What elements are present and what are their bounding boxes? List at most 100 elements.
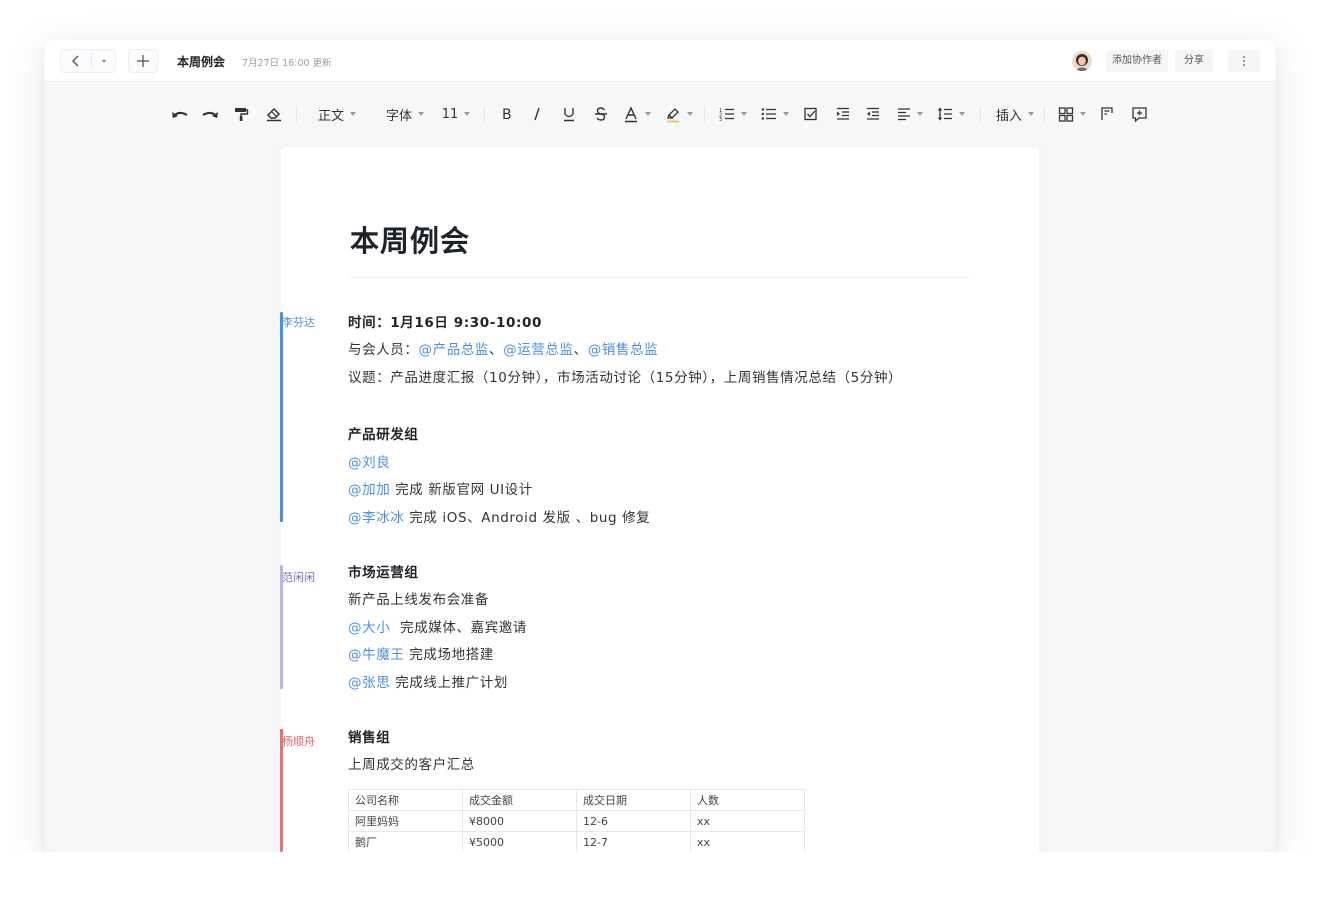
highlight-icon — [667, 107, 679, 122]
underline-button[interactable] — [558, 102, 580, 126]
document-name[interactable]: 本周例会 — [177, 53, 225, 70]
caret-down-icon — [102, 60, 106, 63]
kebab-menu-icon — [1243, 56, 1245, 66]
bullet-list-icon — [761, 108, 776, 120]
indent-button[interactable] — [832, 102, 854, 126]
section-heading-sales[interactable]: 销售组 — [348, 726, 390, 746]
mention-link[interactable]: @产品总监 — [419, 342, 490, 358]
font-color-dropdown[interactable] — [622, 102, 652, 126]
document-title[interactable]: 本周例会 — [350, 218, 470, 260]
clear-format-button[interactable] — [262, 102, 286, 126]
agenda-line[interactable]: 议题：产品进度汇报（10分钟），市场活动讨论（15分钟），上周销售情况总结（5分… — [348, 366, 902, 386]
table-cell[interactable]: 12-7 — [576, 831, 691, 853]
mention-link[interactable]: @李冰冰 — [348, 510, 404, 526]
align-icon — [898, 108, 910, 121]
author-label-2[interactable]: 范闲闲 — [282, 569, 315, 585]
format-painter-button[interactable] — [230, 102, 252, 126]
highlight-dropdown[interactable] — [664, 102, 694, 126]
author-label-3[interactable]: 杨顺舟 — [282, 733, 315, 749]
font-family-label: 字体 — [385, 108, 412, 124]
mention-link[interactable]: @张思 — [348, 675, 390, 691]
mention-link[interactable]: @刘良 — [348, 455, 390, 471]
table-row: 鹅厂 ¥5000 12-7 xx — [348, 831, 805, 853]
more-options-button[interactable] — [1228, 50, 1260, 72]
ordered-list-dropdown[interactable]: 123 — [716, 102, 750, 126]
history-dropdown-button[interactable] — [92, 50, 116, 72]
strikethrough-button[interactable] — [590, 102, 612, 126]
plus-icon — [137, 55, 149, 67]
table-cell[interactable]: 鹅厂 — [348, 831, 463, 853]
align-dropdown[interactable] — [894, 102, 926, 126]
list-item[interactable]: @大小 完成媒体、嘉宾邀请 — [348, 616, 527, 636]
item-text: 完成 新版官网 UI设计 — [390, 482, 533, 498]
mention-link[interactable]: @加加 — [348, 482, 390, 498]
attendees-line[interactable]: 与会人员：@产品总监、@运营总监、@销售总监 — [348, 338, 658, 358]
list-item[interactable]: @加加 完成 新版官网 UI设计 — [348, 478, 533, 498]
chevron-left-icon — [72, 55, 79, 67]
new-document-button[interactable] — [128, 49, 158, 73]
text-style-dropdown[interactable]: 正文 — [310, 102, 364, 126]
section-heading-market[interactable]: 市场运营组 — [348, 561, 419, 581]
table-cell[interactable]: ¥8000 — [462, 810, 577, 832]
title-divider — [350, 277, 970, 278]
separator: 、 — [489, 342, 504, 358]
mention-link[interactable]: @运营总监 — [503, 342, 574, 358]
list-item[interactable]: @牛魔王 完成场地搭建 — [348, 643, 494, 663]
comment-button[interactable] — [1128, 102, 1150, 126]
add-collaborator-button[interactable]: 添加协作者 — [1106, 50, 1168, 72]
mention-link[interactable]: @牛魔王 — [348, 647, 404, 663]
nav-button-group — [60, 49, 116, 73]
author-label-1[interactable]: 李芬达 — [282, 314, 315, 330]
italic-icon — [534, 107, 540, 121]
section-heading-product[interactable]: 产品研发组 — [348, 423, 419, 443]
table-cell[interactable]: xx — [690, 831, 805, 853]
sales-table[interactable]: 公司名称 成交金额 成交日期 人数 阿里妈妈 ¥8000 12-6 xx 鹅厂 … — [348, 789, 805, 853]
window-bottom-mask — [0, 852, 1320, 900]
table-cell[interactable]: 阿里妈妈 — [348, 810, 463, 832]
table-cell[interactable]: 12-6 — [576, 810, 691, 832]
item-text: 完成 iOS、Android 发版 、bug 修复 — [404, 510, 651, 526]
bold-button[interactable]: B — [496, 102, 518, 126]
share-button[interactable]: 分享 — [1175, 50, 1213, 72]
redo-button[interactable] — [198, 102, 222, 126]
list-item[interactable]: @李冰冰 完成 iOS、Android 发版 、bug 修复 — [348, 506, 650, 526]
table-header-cell[interactable]: 人数 — [690, 789, 805, 811]
insert-dropdown[interactable]: 插入 — [992, 102, 1038, 126]
table-dropdown[interactable] — [1056, 102, 1088, 126]
update-time: 7月27日 16:00 更新 — [242, 58, 332, 69]
insert-label: 插入 — [995, 108, 1022, 124]
outline-button[interactable] — [1096, 102, 1118, 126]
list-item[interactable]: @刘良 — [348, 451, 390, 471]
checkbox-icon — [804, 107, 817, 121]
table-header-cell[interactable]: 成交日期 — [576, 789, 691, 811]
line-spacing-icon — [937, 107, 952, 121]
comment-icon — [1131, 106, 1147, 122]
sales-intro[interactable]: 上周成交的客户汇总 — [348, 753, 475, 773]
bullet-list-dropdown[interactable] — [758, 102, 792, 126]
svg-text:B: B — [502, 107, 512, 122]
font-size-label: 11 — [441, 106, 459, 122]
italic-button[interactable] — [526, 102, 548, 126]
font-family-dropdown[interactable]: 字体 — [378, 102, 432, 126]
mention-link[interactable]: @销售总监 — [588, 342, 659, 358]
table-cell[interactable]: ¥5000 — [462, 831, 577, 853]
strikethrough-icon — [595, 107, 607, 121]
back-button[interactable] — [61, 50, 91, 72]
user-avatar[interactable] — [1072, 51, 1092, 71]
text-style-label: 正文 — [317, 108, 344, 124]
line-spacing-dropdown[interactable] — [934, 102, 968, 126]
format-painter-icon — [235, 108, 249, 121]
table-header-cell[interactable]: 成交金额 — [462, 789, 577, 811]
list-item[interactable]: @张思 完成线上推广计划 — [348, 671, 508, 691]
outdent-button[interactable] — [862, 102, 884, 126]
mention-link[interactable]: @大小 — [348, 620, 390, 636]
task-list-button[interactable] — [800, 102, 822, 126]
meeting-time[interactable]: 时间：1月16日 9:30-10:00 — [348, 311, 542, 331]
table-cell[interactable]: xx — [690, 810, 805, 832]
undo-button[interactable] — [168, 102, 192, 126]
market-intro[interactable]: 新产品上线发布会准备 — [348, 588, 489, 608]
font-size-dropdown[interactable]: 11 — [440, 102, 472, 126]
table-header-cell[interactable]: 公司名称 — [348, 789, 463, 811]
author-bar-2 — [280, 565, 283, 689]
separator: 、 — [573, 342, 588, 358]
